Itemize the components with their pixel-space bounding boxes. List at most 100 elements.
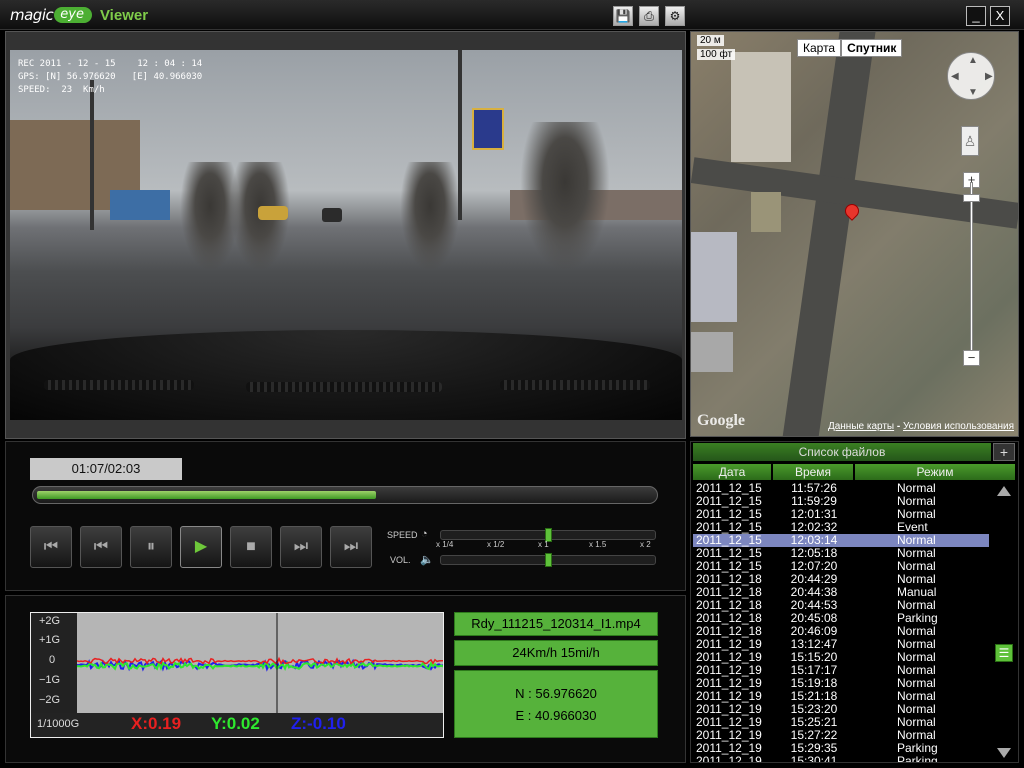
pole [90, 80, 94, 230]
file-list-panel: Список файлов + Дата Время Режим 2011_12… [690, 441, 1019, 763]
prev-button[interactable]: ⏮ [80, 526, 122, 568]
map-data-link[interactable]: Данные карты [828, 421, 894, 432]
scroll-up-icon[interactable] [997, 486, 1011, 496]
file-list: 2011_12_15 11:57:26 Normal 2011_12_15 11:59:… [693, 482, 989, 762]
row-mode: Parking [897, 754, 938, 763]
file-list-title: Список файлов [693, 443, 991, 461]
road-sign [472, 108, 504, 150]
row-date: 2011_12_19 [696, 754, 762, 763]
gsensor-panel: +2G +1G 0 −1G −2G 1/1000G X:0.19 Y:0.02 … [5, 595, 686, 763]
video-osd: REC 2011 - 12 - 15 12 : 04 : 14 GPS: [N]… [18, 59, 203, 95]
gsensor-axis: +2G +1G 0 −1G −2G [31, 613, 77, 713]
first-button[interactable]: ⏮ [30, 526, 72, 568]
map-building [731, 52, 791, 162]
gsensor-tick: −1G [39, 674, 61, 686]
map-type-satellite-button[interactable]: Спутник [841, 39, 903, 57]
column-header-time[interactable]: Время [773, 464, 853, 480]
pan-down-icon[interactable]: ▼ [968, 87, 978, 98]
scroll-thumb[interactable]: ☰ [995, 644, 1013, 662]
speed-tick: x 1.5 [589, 540, 607, 549]
scroll-down-icon[interactable] [997, 748, 1011, 758]
map-road [782, 32, 876, 436]
speed-label: SPEED [387, 530, 418, 540]
tree [400, 162, 460, 272]
street-view-pegman-icon[interactable]: ♙ [961, 126, 979, 156]
save-icon[interactable]: 💾 [613, 6, 633, 26]
dash-vent [500, 380, 650, 390]
volume-slider[interactable] [440, 553, 656, 567]
map-type-map-button[interactable]: Карта [797, 39, 842, 57]
play-button[interactable]: ▶ [180, 526, 222, 568]
gsensor-tick: +2G [39, 615, 61, 627]
map-building [691, 232, 737, 322]
pan-right-icon[interactable]: ▶ [985, 71, 993, 82]
map-attribution: Данные карты - Условия использования [828, 421, 1014, 432]
map-pan-control[interactable]: ▲ ▼ ◀ ▶ [947, 52, 995, 100]
gsensor-tick: +1G [39, 634, 61, 646]
close-button[interactable]: X [990, 6, 1010, 26]
settings-icon[interactable]: ⚙ [665, 6, 685, 26]
stop-button[interactable]: ■ [230, 526, 272, 568]
pole [458, 50, 462, 220]
pan-left-icon[interactable]: ◀ [951, 71, 959, 82]
dash-vent [44, 380, 194, 390]
file-list-scrollbar[interactable]: ☰ [993, 482, 1015, 762]
gsensor-tick: −2G [39, 694, 61, 706]
car [258, 206, 288, 220]
speed-icon: ◔ [421, 528, 428, 540]
longitude-value: E : 40.966030 [515, 708, 597, 723]
pan-up-icon[interactable]: ▲ [968, 55, 978, 66]
kiosk [110, 190, 170, 220]
zoom-out-button[interactable]: − [963, 350, 980, 366]
last-button[interactable]: ⏭ [330, 526, 372, 568]
car-hood [10, 330, 682, 420]
map-building [691, 332, 733, 372]
file-list-row[interactable]: 2011_12_19 15:30:41 Parking [693, 754, 989, 763]
print-icon[interactable]: ⎙ [639, 6, 659, 26]
speed-slider[interactable] [440, 528, 656, 542]
logo-eye: eye [54, 7, 92, 23]
column-header-mode[interactable]: Режим [855, 464, 1015, 480]
gsensor-scale: 1/1000G [37, 718, 80, 730]
speed-tick: x 1/4 [436, 540, 454, 549]
gsensor-x-line [77, 656, 443, 665]
dash-vent [246, 382, 442, 392]
minimize-button[interactable]: _ [966, 6, 986, 26]
video-panel: REC 2011 - 12 - 15 12 : 04 : 14 GPS: [N]… [5, 31, 686, 439]
app-logo: magic eye Viewer [10, 4, 148, 26]
app-title: Viewer [99, 6, 149, 24]
map-building [751, 192, 781, 232]
map-scale-meters: 20 м [697, 35, 724, 46]
latitude-value: N : 56.976620 [515, 686, 597, 701]
seek-bar[interactable] [32, 486, 658, 504]
volume-slider-handle[interactable] [545, 553, 552, 567]
gsensor-readout: 1/1000G X:0.19 Y:0.02 Z:-0.10 [31, 713, 443, 737]
row-time: 15:30:41 [790, 754, 838, 763]
title-bar: magic eye Viewer 💾 ⎙ ⚙ _ X [0, 0, 1024, 30]
video-frame[interactable]: REC 2011 - 12 - 15 12 : 04 : 14 GPS: [N]… [10, 50, 682, 420]
next-button[interactable]: ⏭ [280, 526, 322, 568]
speed-box: 24Km/h 15mi/h [454, 640, 658, 666]
add-file-button[interactable]: + [993, 443, 1015, 461]
zoom-slider-track[interactable] [970, 182, 973, 362]
seek-bar-fill [37, 491, 376, 499]
gsensor-z-value: Z:-0.10 [291, 714, 346, 733]
google-logo: Google [697, 412, 745, 429]
map-panel[interactable]: 20 м 100 фт Карта Спутник ▲ ▼ ◀ ▶ ♙ + − … [690, 31, 1019, 437]
time-display: 01:07/02:03 [30, 458, 182, 480]
map-type-switch: Карта Спутник [797, 39, 903, 57]
car [322, 208, 342, 222]
logo-magic: magic [10, 6, 54, 24]
file-name-box: Rdy_111215_120314_I1.mp4 [454, 612, 658, 636]
gsensor-x-value: X:0.19 [131, 714, 182, 733]
speed-tick: x 2 [640, 540, 651, 549]
map-attribution-separator: - [894, 421, 903, 432]
gsensor-plot [77, 613, 443, 713]
zoom-slider-handle[interactable] [963, 194, 980, 202]
speed-tick: x 1 [538, 540, 549, 549]
gsensor-tick: 0 [49, 654, 56, 666]
terms-link[interactable]: Условия использования [903, 421, 1014, 432]
volume-label: VOL. [390, 555, 411, 565]
pause-button[interactable]: ⏸ [130, 526, 172, 568]
column-header-date[interactable]: Дата [693, 464, 771, 480]
